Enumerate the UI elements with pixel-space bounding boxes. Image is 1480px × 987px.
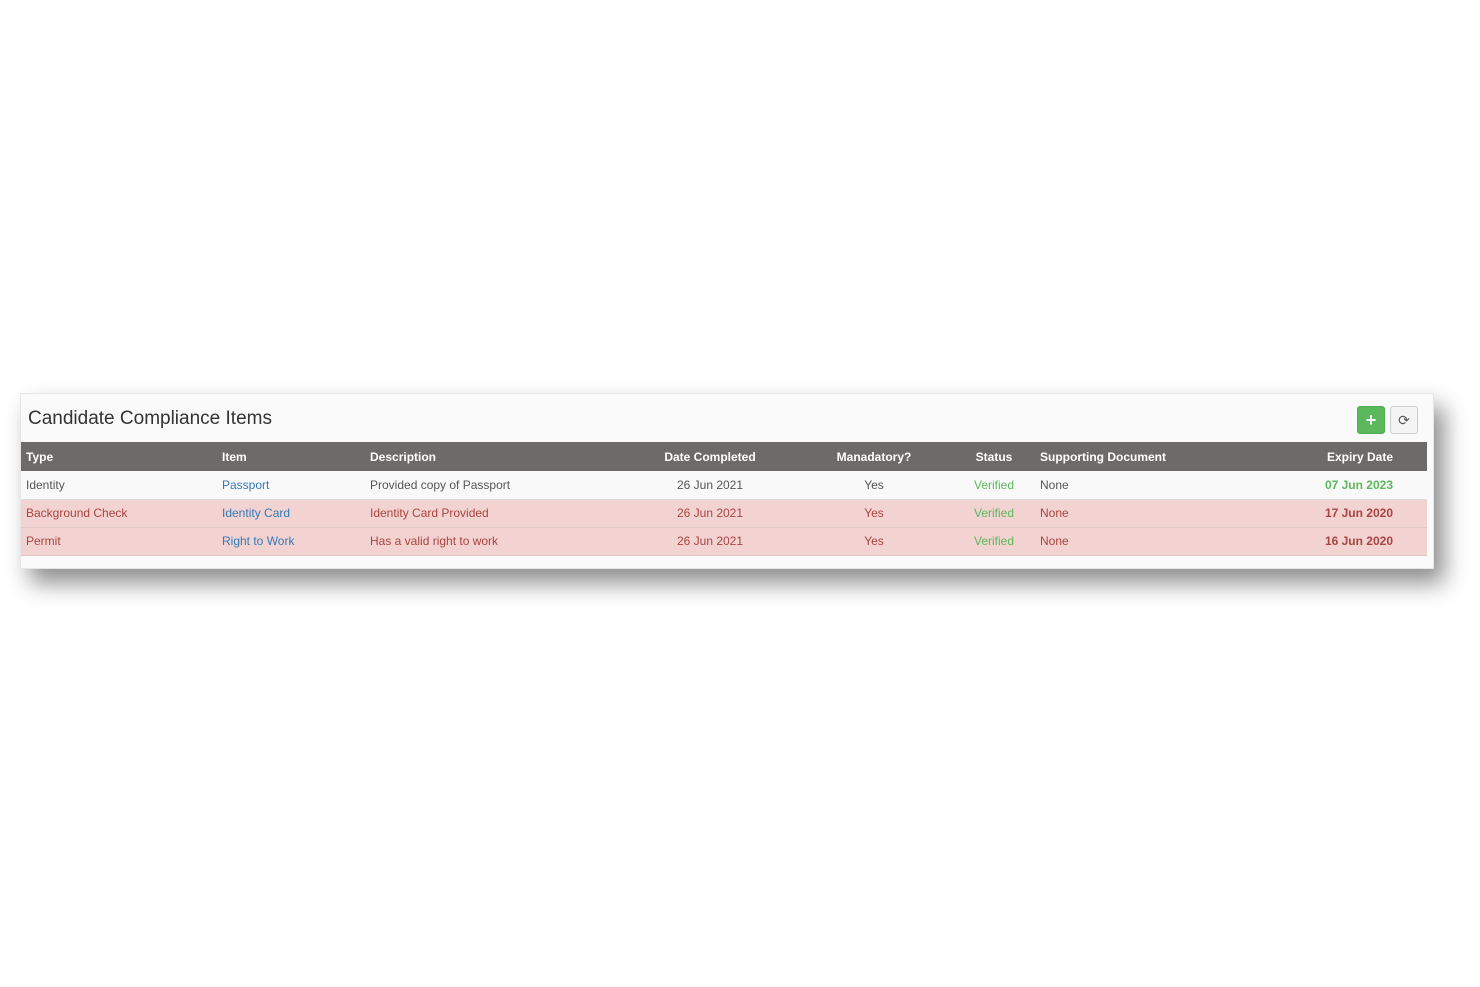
table-row[interactable]: Permit Right to Work Has a valid right t… (21, 527, 1427, 555)
cell-status: Verified (953, 471, 1035, 499)
cell-type: Identity (26, 477, 65, 492)
column-header-supporting-document[interactable]: Supporting Document (1035, 442, 1247, 471)
panel-title: Candidate Compliance Items (28, 408, 272, 429)
table-body: Identity Passport Provided copy of Passp… (21, 471, 1427, 555)
cell-expiry-date: 07 Jun 2023 (1324, 477, 1393, 492)
cell-status: Verified (953, 499, 1035, 527)
refresh-button[interactable]: ⟳ (1390, 406, 1418, 434)
status-verified: Verified (973, 477, 1015, 492)
table-row[interactable]: Identity Passport Provided copy of Passp… (21, 471, 1427, 499)
cell-item: Passport (217, 471, 365, 499)
compliance-panel: Candidate Compliance Items + ⟳ Type Item… (20, 393, 1434, 569)
column-header-item[interactable]: Item (217, 442, 365, 471)
cell-mandatory: Yes (864, 477, 884, 492)
cell-description: Provided copy of Passport (370, 477, 511, 492)
cell-type: Background Check (26, 506, 128, 520)
cell-date-completed: 26 Jun 2021 (676, 477, 744, 492)
cell-item: Identity Card (217, 499, 365, 527)
column-header-type[interactable]: Type (21, 442, 217, 471)
cell-date-completed: 26 Jun 2021 (676, 534, 744, 548)
cell-type: Permit (26, 534, 61, 548)
cell-expiry-date: 16 Jun 2020 (1324, 534, 1393, 548)
plus-icon: + (1365, 410, 1377, 430)
column-header-expiry-date[interactable]: Expiry Date (1247, 442, 1427, 471)
cell-date-completed: 26 Jun 2021 (676, 506, 744, 520)
column-header-description[interactable]: Description (365, 442, 625, 471)
item-link[interactable]: Identity Card (222, 506, 290, 520)
cell-supporting-document: None (1040, 506, 1069, 520)
status-verified: Verified (973, 534, 1015, 548)
header-row: Type Item Description Date Completed Man… (21, 442, 1427, 471)
cell-supporting-document: None (1040, 534, 1069, 548)
cell-supporting-document: None (1040, 477, 1069, 492)
table-header: Type Item Description Date Completed Man… (21, 442, 1427, 471)
cell-item: Right to Work (217, 527, 365, 555)
add-item-button[interactable]: + (1357, 406, 1385, 434)
item-link[interactable]: Right to Work (222, 534, 294, 548)
panel-header: Candidate Compliance Items + ⟳ (21, 394, 1433, 442)
cell-mandatory: Yes (864, 506, 884, 520)
compliance-table: Type Item Description Date Completed Man… (21, 442, 1427, 556)
table-row[interactable]: Background Check Identity Card Identity … (21, 499, 1427, 527)
cell-status: Verified (953, 527, 1035, 555)
status-verified: Verified (973, 506, 1015, 520)
cell-mandatory: Yes (864, 534, 884, 548)
cell-description: Identity Card Provided (370, 506, 489, 520)
item-link[interactable]: Passport (222, 478, 269, 492)
cell-description: Has a valid right to work (370, 534, 499, 548)
refresh-icon: ⟳ (1398, 411, 1410, 428)
column-header-mandatory[interactable]: Manadatory? (795, 442, 953, 471)
cell-expiry-date: 17 Jun 2020 (1324, 506, 1393, 520)
column-header-date-completed[interactable]: Date Completed (625, 442, 795, 471)
column-header-status[interactable]: Status (953, 442, 1035, 471)
